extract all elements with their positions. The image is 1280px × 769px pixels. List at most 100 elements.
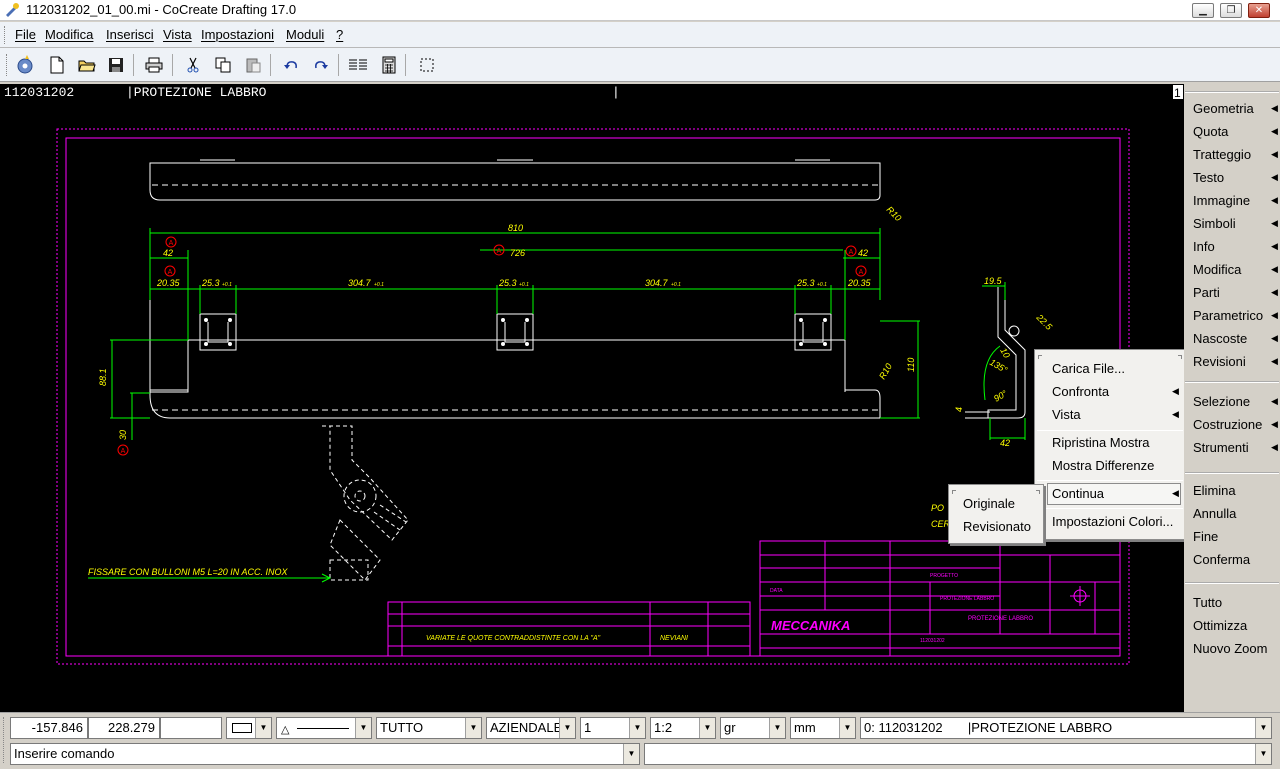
menu-file[interactable]: File <box>15 27 36 42</box>
list-icon[interactable] <box>346 53 370 77</box>
calculator-icon[interactable] <box>377 53 401 77</box>
partial-note-1: PO <box>931 503 944 513</box>
rev-mark-2: A <box>168 269 173 276</box>
scale-select[interactable]: 1:2 ▼ <box>650 717 716 739</box>
page-number: 1 <box>1174 86 1181 100</box>
paste-icon[interactable] <box>241 53 265 77</box>
length-unit-select[interactable]: mm ▼ <box>790 717 856 739</box>
sp-conferma[interactable]: Conferma <box>1193 552 1250 567</box>
sp-immagine[interactable]: Immagine <box>1193 193 1250 208</box>
ctx-continua[interactable]: Continua <box>1052 486 1104 501</box>
sp-info[interactable]: Info <box>1193 239 1215 254</box>
open-folder-icon[interactable] <box>75 53 99 77</box>
command-dropdown-icon[interactable]: ▼ <box>623 744 639 764</box>
sp-modifica[interactable]: Modifica <box>1193 262 1241 277</box>
drawing-name: |PROTEZIONE LABBRO <box>126 85 267 100</box>
layer-value: TUTTO <box>380 720 424 735</box>
sp-elimina[interactable]: Elimina <box>1193 483 1236 498</box>
length-unit-dropdown-icon[interactable]: ▼ <box>839 718 855 738</box>
close-icon[interactable]: ✕ <box>1248 3 1270 18</box>
sp-quota[interactable]: Quota <box>1193 124 1228 139</box>
cut-icon[interactable] <box>181 53 205 77</box>
linetype-select[interactable]: △ ▼ <box>276 717 372 739</box>
dim-110: 110 <box>906 358 916 372</box>
layer-select[interactable]: TUTTO ▼ <box>376 717 482 739</box>
menu-help[interactable]: ? <box>336 27 343 42</box>
menubar-grip-icon[interactable] <box>4 26 7 44</box>
submenu-revisionato[interactable]: Revisionato <box>963 519 1031 534</box>
color-select[interactable]: ▼ <box>226 717 272 739</box>
color-dropdown-icon[interactable]: ▼ <box>255 718 271 738</box>
redo-icon[interactable] <box>309 53 333 77</box>
sp-selezione-arrow-icon: ◀ <box>1271 396 1278 406</box>
rev-mark-4: A <box>849 249 854 256</box>
revision-table <box>387 601 751 657</box>
sp-parti-arrow-icon: ◀ <box>1271 287 1278 297</box>
style-select[interactable]: AZIENDALE ▼ <box>486 717 576 739</box>
command-input[interactable]: Inserire comando ▼ <box>10 743 640 765</box>
tol-b: +0.1 <box>519 282 529 288</box>
sp-nascoste[interactable]: Nascoste <box>1193 331 1247 346</box>
ctx-vista[interactable]: Vista <box>1052 407 1081 422</box>
part-info-dropdown-icon[interactable]: ▼ <box>1255 718 1271 738</box>
scale-dropdown-icon[interactable]: ▼ <box>699 718 715 738</box>
new-file-icon[interactable] <box>45 53 69 77</box>
sp-parti[interactable]: Parti <box>1193 285 1220 300</box>
menu-modifica[interactable]: Modifica <box>45 27 93 42</box>
sp-geometria-arrow-icon: ◀ <box>1271 103 1278 113</box>
angle-unit-dropdown-icon[interactable]: ▼ <box>769 718 785 738</box>
x-coordinate: -157.846 <box>10 717 88 739</box>
wizard-icon[interactable] <box>14 53 38 77</box>
save-icon[interactable] <box>104 53 128 77</box>
menu-vista[interactable]: Vista <box>163 27 192 42</box>
app-icon <box>6 3 19 17</box>
menu-impostazioni[interactable]: Impostazioni <box>201 27 274 42</box>
copy-icon[interactable] <box>211 53 235 77</box>
ctx-carica-file[interactable]: Carica File... <box>1052 361 1125 376</box>
restore-icon[interactable]: ❐ <box>1220 3 1242 18</box>
ctx-confronta[interactable]: Confronta <box>1052 384 1109 399</box>
angle-unit-select[interactable]: gr ▼ <box>720 717 786 739</box>
minimize-icon[interactable]: ▁ <box>1192 3 1214 18</box>
continua-submenu: Originale Revisionato <box>948 484 1044 544</box>
print-icon[interactable] <box>142 53 166 77</box>
style-dropdown-icon[interactable]: ▼ <box>559 718 575 738</box>
sp-strumenti[interactable]: Strumenti <box>1193 440 1249 455</box>
sp-nuovo-zoom[interactable]: Nuovo Zoom <box>1193 641 1267 656</box>
ctx-impostazioni-colori[interactable]: Impostazioni Colori... <box>1052 514 1173 529</box>
sp-geometria[interactable]: Geometria <box>1193 101 1254 116</box>
menu-inserisci[interactable]: Inserisci <box>106 27 154 42</box>
linetype-dropdown-icon[interactable]: ▼ <box>355 718 371 738</box>
sheet-value: 1 <box>584 720 592 735</box>
part-info-select[interactable]: 0: 112031202 |PROTEZIONE LABBRO ▼ <box>860 717 1272 739</box>
layer-dropdown-icon[interactable]: ▼ <box>465 718 481 738</box>
sp-revisioni[interactable]: Revisioni <box>1193 354 1246 369</box>
ctx-mostra-differenze[interactable]: Mostra Differenze <box>1052 458 1154 473</box>
select-box-icon[interactable] <box>415 53 439 77</box>
sp-simboli[interactable]: Simboli <box>1193 216 1236 231</box>
sp-testo[interactable]: Testo <box>1193 170 1224 185</box>
submenu-originale[interactable]: Originale <box>963 496 1015 511</box>
sp-costruzione[interactable]: Costruzione <box>1193 417 1262 432</box>
message-dropdown-icon[interactable]: ▼ <box>1255 744 1271 764</box>
message-field[interactable]: ▼ <box>644 743 1272 765</box>
dim-810: 810 <box>508 223 523 233</box>
assembly-view <box>322 425 409 581</box>
menu-moduli[interactable]: Moduli <box>286 27 324 42</box>
drawing-canvas[interactable]: 112031202 |PROTEZIONE LABBRO | 1 R10 810… <box>0 84 1186 712</box>
titleblock-logo: MECCANIKA <box>771 618 850 633</box>
undo-icon[interactable] <box>279 53 303 77</box>
y-coordinate: 228.279 <box>88 717 160 739</box>
sp-parametrico[interactable]: Parametrico <box>1193 308 1263 323</box>
sp-fine[interactable]: Fine <box>1193 529 1218 544</box>
sp-annulla[interactable]: Annulla <box>1193 506 1236 521</box>
dim-2035-right: 20.35 <box>847 278 872 288</box>
sheet-select[interactable]: 1 ▼ <box>580 717 646 739</box>
sp-selezione[interactable]: Selezione <box>1193 394 1250 409</box>
sp-tratteggio[interactable]: Tratteggio <box>1193 147 1251 162</box>
sp-tutto[interactable]: Tutto <box>1193 595 1222 610</box>
length-unit-value: mm <box>794 720 816 735</box>
sp-ottimizza[interactable]: Ottimizza <box>1193 618 1247 633</box>
sheet-dropdown-icon[interactable]: ▼ <box>629 718 645 738</box>
ctx-ripristina-mostra[interactable]: Ripristina Mostra <box>1052 435 1150 450</box>
